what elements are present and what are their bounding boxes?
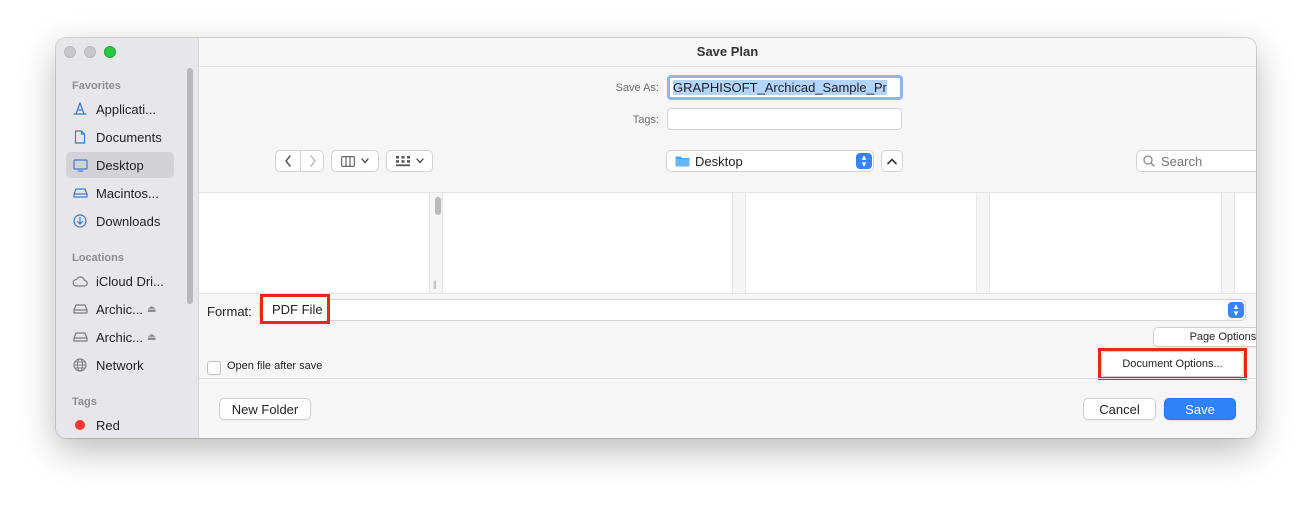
sidebar-item-label: Macintos... <box>96 185 159 201</box>
disk-icon <box>72 329 88 345</box>
group-by-button[interactable] <box>386 150 433 172</box>
open-after-save-label: Open file after save <box>227 360 323 372</box>
tags-label: Tags: <box>632 114 659 126</box>
document-options-highlight <box>1098 348 1247 380</box>
column-scrollbar[interactable] <box>435 197 441 215</box>
sidebar-item-label: Archic... <box>96 329 143 345</box>
tags-input[interactable] <box>667 108 902 130</box>
sidebar-scrollbar[interactable] <box>187 68 193 304</box>
red-tag-dot-icon <box>75 420 85 430</box>
columns-view-icon <box>341 155 355 167</box>
back-button[interactable] <box>276 151 300 171</box>
sidebar-item-archicad-disk-1[interactable]: Archic... ⏏ <box>66 296 174 322</box>
sidebar-item-archicad-disk-2[interactable]: Archic... ⏏ <box>66 324 174 350</box>
save-dialog: Favorites Applicati... Documents Desktop… <box>56 38 1256 438</box>
minimize-window-button[interactable] <box>84 46 96 58</box>
save-button[interactable]: Save <box>1164 398 1236 420</box>
format-popup[interactable]: ▴ ▾ <box>259 299 1246 321</box>
cancel-button[interactable]: Cancel <box>1083 398 1156 420</box>
download-icon <box>72 213 88 229</box>
sidebar-item-tag-red[interactable]: Red <box>66 412 174 438</box>
desktop-icon <box>72 157 88 173</box>
new-folder-button[interactable]: New Folder <box>219 398 311 420</box>
close-window-button[interactable] <box>64 46 76 58</box>
page-options-button[interactable]: Page Options... <box>1153 327 1256 347</box>
titlebar-divider <box>199 66 1256 67</box>
cloud-icon <box>72 273 88 289</box>
save-as-input[interactable]: GRAPHISOFT_Archicad_Sample_Pr <box>667 75 903 100</box>
sidebar-item-desktop[interactable]: Desktop <box>66 152 174 178</box>
sidebar-item-documents[interactable]: Documents <box>66 124 174 150</box>
sidebar-item-network[interactable]: Network <box>66 352 174 378</box>
main-pane: Save Plan Save As: GRAPHISOFT_Archicad_S… <box>199 38 1256 438</box>
chevron-right-icon <box>309 155 316 167</box>
sidebar-item-macintosh-hd[interactable]: Macintos... <box>66 180 174 206</box>
sidebar-item-label: Network <box>96 357 144 373</box>
hard-drive-icon <box>72 185 88 201</box>
eject-icon[interactable]: ⏏ <box>147 332 156 343</box>
chevron-up-icon <box>887 157 897 164</box>
search-input[interactable] <box>1161 153 1256 169</box>
format-label: Format: <box>207 304 252 319</box>
back-forward-control <box>275 150 324 172</box>
eject-icon[interactable]: ⏏ <box>147 304 156 315</box>
sidebar-item-label: Desktop <box>96 157 144 173</box>
open-after-save-checkbox[interactable] <box>207 361 221 375</box>
dialog-title: Save Plan <box>696 44 759 59</box>
forward-button[interactable] <box>301 151 324 171</box>
sidebar-item-label: Documents <box>96 129 162 145</box>
sidebar: Favorites Applicati... Documents Desktop… <box>56 38 199 438</box>
search-icon <box>1143 155 1155 167</box>
popup-arrows-icon: ▴ ▾ <box>1228 302 1244 318</box>
expand-collapse-button[interactable] <box>881 150 903 172</box>
file-browser[interactable]: || <box>199 192 1256 294</box>
view-columns-button[interactable] <box>331 150 379 172</box>
sidebar-item-label: Downloads <box>96 213 161 229</box>
sidebar-item-label: Red <box>96 417 120 433</box>
sidebar-heading-locations: Locations <box>72 252 124 264</box>
sidebar-item-downloads[interactable]: Downloads <box>66 208 174 234</box>
globe-icon <box>72 357 88 373</box>
column-divider <box>1221 193 1235 293</box>
save-as-label: Save As: <box>615 82 659 94</box>
sidebar-item-label: iCloud Dri... <box>96 273 164 289</box>
document-icon <box>72 129 88 145</box>
zoom-window-button[interactable] <box>104 46 116 58</box>
save-as-value: GRAPHISOFT_Archicad_Sample_Pr <box>673 80 887 95</box>
folder-icon <box>675 156 690 167</box>
sidebar-item-label: Applicati... <box>96 101 156 117</box>
sidebar-item-label: Archic... <box>96 301 143 317</box>
options-divider <box>199 378 1256 379</box>
popup-arrows-icon: ▴ ▾ <box>856 153 872 169</box>
column-divider <box>732 193 746 293</box>
sidebar-heading-tags: Tags <box>72 396 97 408</box>
location-popup[interactable]: Desktop ▴ ▾ <box>666 150 874 172</box>
chevron-down-icon <box>361 158 369 164</box>
column-divider <box>976 193 990 293</box>
sidebar-item-icloud-drive[interactable]: iCloud Dri... <box>66 268 174 294</box>
disk-icon <box>72 301 88 317</box>
chevron-left-icon <box>285 155 291 167</box>
location-value: Desktop <box>695 153 743 169</box>
search-field[interactable] <box>1136 150 1256 172</box>
applications-icon <box>72 101 88 117</box>
grid-icon <box>395 155 410 166</box>
format-value[interactable]: PDF File <box>260 294 330 324</box>
chevron-down-icon <box>415 158 424 164</box>
sidebar-heading-favorites: Favorites <box>72 80 121 92</box>
sidebar-item-applications[interactable]: Applicati... <box>66 96 174 122</box>
